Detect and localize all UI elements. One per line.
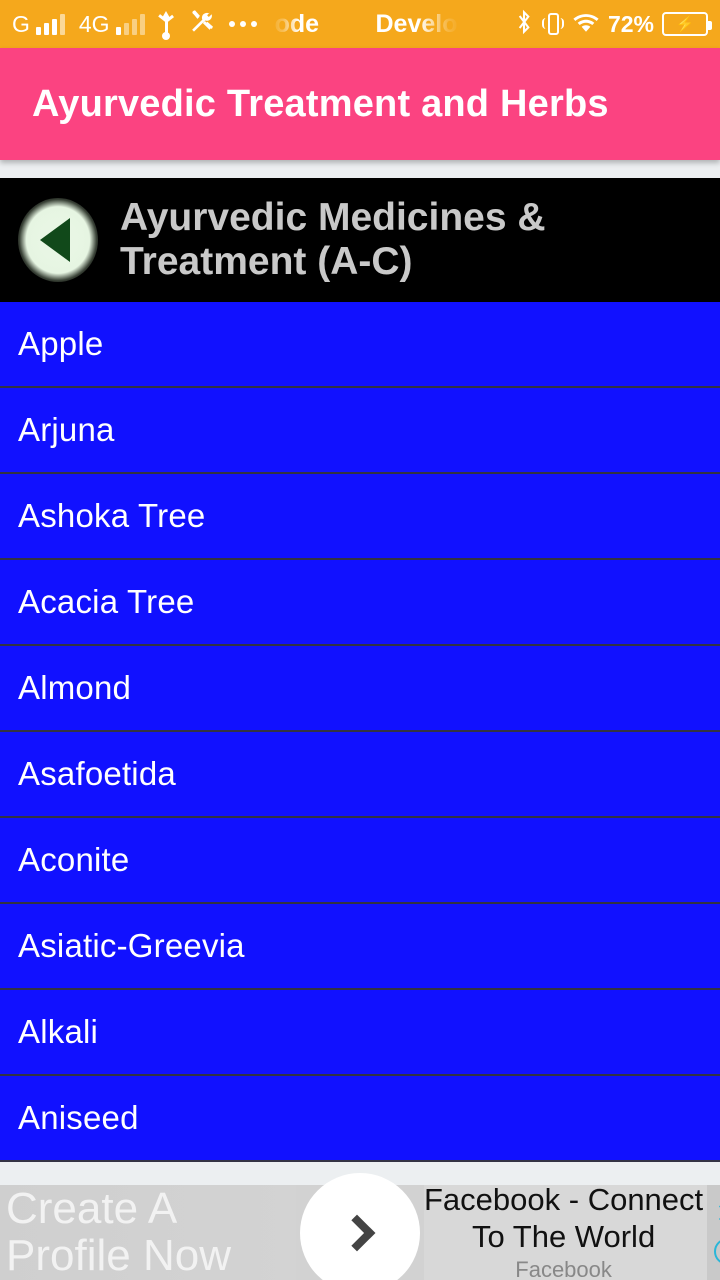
status-bar-center: Develo bbox=[319, 10, 514, 39]
list-item[interactable]: Almond bbox=[0, 646, 720, 732]
list-item[interactable]: Arjuna bbox=[0, 388, 720, 474]
status-bar-right: 72% ⚡ bbox=[514, 9, 720, 40]
list-item[interactable]: Ashoka Tree bbox=[0, 474, 720, 560]
battery-icon: ⚡ bbox=[662, 12, 712, 36]
list-item[interactable]: Asafoetida bbox=[0, 732, 720, 818]
herb-list[interactable]: Apple Arjuna Ashoka Tree Acacia Tree Almond A… bbox=[0, 302, 720, 1162]
battery-percent-label: 72% bbox=[607, 10, 654, 37]
ellipsis-icon bbox=[228, 21, 257, 27]
status-notification-text: ode bbox=[274, 9, 320, 38]
ad-controls[interactable]: ✕ i bbox=[707, 1185, 720, 1280]
app-title-bar: Ayurvedic Treatment and Herbs bbox=[0, 48, 720, 160]
ad-advertiser-label: Facebook bbox=[515, 1257, 612, 1280]
list-item[interactable]: Apple bbox=[0, 302, 720, 388]
ad-arrow-area[interactable] bbox=[296, 1172, 424, 1280]
close-icon[interactable]: ✕ bbox=[715, 1200, 720, 1228]
list-item-label: Asafoetida bbox=[18, 755, 176, 792]
back-triangle-icon bbox=[40, 218, 70, 262]
status-bar-left: G 4G ode bbox=[0, 9, 319, 40]
list-item-label: Ashoka Tree bbox=[18, 497, 206, 534]
list-item-label: Acacia Tree bbox=[18, 583, 195, 620]
signal-strength-icon-2 bbox=[115, 13, 145, 35]
app-title: Ayurvedic Treatment and Herbs bbox=[32, 82, 609, 125]
list-item-label: Asiatic-Greevia bbox=[18, 927, 245, 964]
list-item[interactable]: Asiatic-Greevia bbox=[0, 904, 720, 990]
list-item-label: Aniseed bbox=[18, 1099, 139, 1136]
ad-headline-line2: To The World bbox=[471, 1218, 656, 1254]
wifi-icon bbox=[572, 10, 600, 39]
ad-cta-circle[interactable] bbox=[300, 1172, 420, 1280]
section-title: Ayurvedic Medicines & Treatment (A-C) bbox=[120, 196, 546, 283]
back-button[interactable] bbox=[18, 198, 98, 282]
phone-screen: G 4G ode Develo 72% ⚡ Ayurvedic Treatmen… bbox=[0, 0, 720, 1280]
list-item[interactable]: Acacia Tree bbox=[0, 560, 720, 646]
list-item-label: Apple bbox=[18, 325, 104, 362]
list-item-label: Alkali bbox=[18, 1013, 99, 1050]
chevron-right-icon bbox=[338, 1214, 376, 1251]
list-item[interactable]: Aniseed bbox=[0, 1076, 720, 1162]
network-type-label-g: G bbox=[12, 10, 30, 37]
list-item-label: Arjuna bbox=[18, 411, 115, 448]
list-item-label: Aconite bbox=[18, 841, 130, 878]
developer-tools-icon bbox=[189, 9, 215, 40]
section-header: Ayurvedic Medicines & Treatment (A-C) bbox=[0, 178, 720, 302]
info-icon[interactable]: i bbox=[713, 1238, 720, 1265]
list-item[interactable]: Aconite bbox=[0, 818, 720, 904]
status-bar: G 4G ode Develo 72% ⚡ bbox=[0, 0, 720, 48]
usb-icon bbox=[157, 11, 175, 40]
ad-creative-left[interactable]: Create A Profile Now bbox=[0, 1185, 296, 1280]
ad-banner[interactable]: Create A Profile Now Facebook - Connect … bbox=[0, 1172, 720, 1280]
list-item[interactable]: Alkali bbox=[0, 990, 720, 1076]
ad-headline-line1: Facebook - Connect bbox=[424, 1181, 704, 1217]
network-type-label-4g: 4G bbox=[78, 10, 110, 37]
vibrate-icon bbox=[541, 11, 564, 37]
signal-strength-icon-1 bbox=[35, 13, 65, 35]
ad-creative-line1: Create A bbox=[6, 1185, 178, 1234]
bluetooth-icon bbox=[514, 9, 534, 40]
list-item-label: Almond bbox=[18, 669, 132, 706]
ad-creative-line2: Profile Now bbox=[6, 1230, 231, 1280]
developer-mode-text: Develo bbox=[375, 9, 458, 38]
ad-text-area[interactable]: Facebook - Connect To The World Facebook bbox=[424, 1181, 708, 1280]
